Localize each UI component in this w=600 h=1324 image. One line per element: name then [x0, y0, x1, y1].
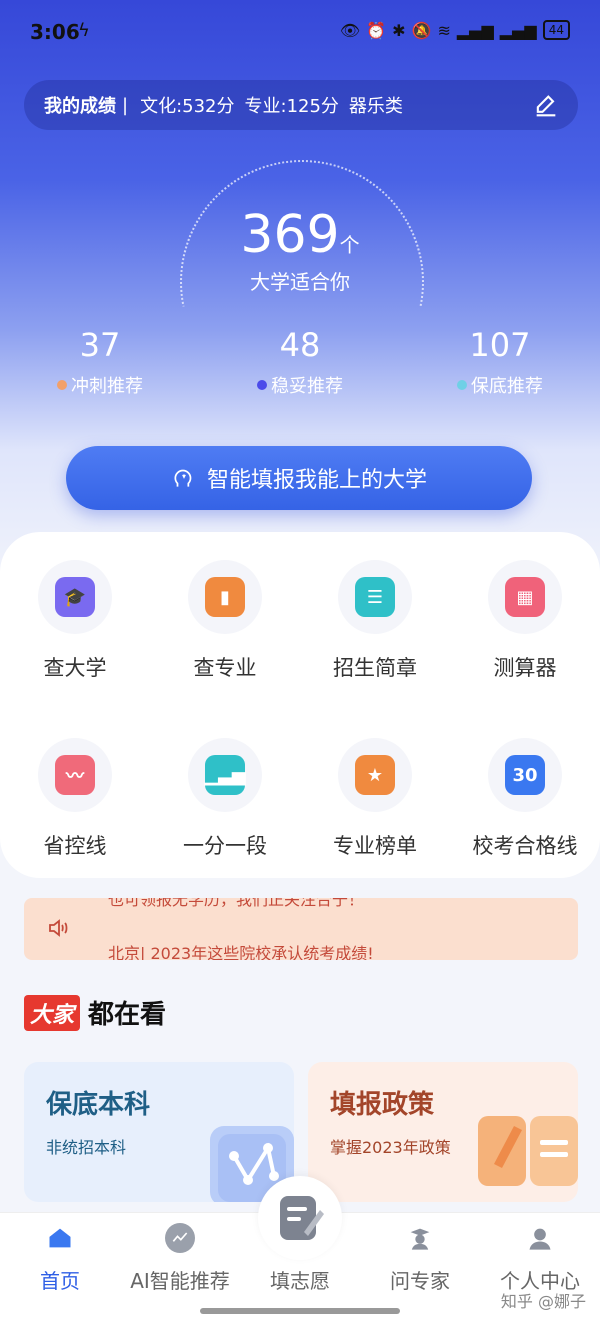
- home-indicator[interactable]: [200, 1308, 400, 1314]
- stat-sprint[interactable]: 37 冲刺推荐: [0, 326, 200, 398]
- tool-major[interactable]: ▮ 查专业: [150, 560, 300, 682]
- stat-value: 37: [79, 326, 121, 364]
- culture-score: 文化:532分: [140, 96, 235, 117]
- bluetooth-icon: ✱: [392, 20, 406, 40]
- bar-chart-icon: ▁▃▅: [204, 755, 246, 795]
- tab-ask-expert[interactable]: 问专家: [360, 1223, 480, 1294]
- smart-fill-label: 智能填报我能上的大学: [206, 468, 427, 493]
- score-title: 我的成绩: [44, 96, 116, 117]
- battery-icon: 44: [542, 20, 570, 40]
- notice-text: 北京| 2023年这些院校承认统考成绩!: [108, 944, 374, 960]
- category-label: 器乐类: [348, 96, 403, 117]
- status-bar: 3:06 ϟ 👁 ⏰ ✱ 🔕 ≋ ▂▄▆ ▂▄▆ 44: [0, 0, 600, 64]
- notice-prev-text: 也可领报无学历，我们正关注合于！: [108, 898, 365, 909]
- bookmark-book-icon: ▮: [205, 577, 245, 617]
- stat-value: 107: [469, 326, 531, 364]
- tool-label: 校考合格线: [472, 834, 578, 858]
- stat-value: 48: [279, 326, 321, 364]
- tool-label: 查大学: [43, 656, 107, 680]
- star-badge-icon: ★: [355, 755, 395, 795]
- card-title: 填报政策: [330, 1090, 435, 1120]
- fill-form-icon[interactable]: [258, 1176, 342, 1260]
- card-guarantee-undergrad[interactable]: 保底本科 非统招本科: [24, 1062, 294, 1202]
- ai-icon: [165, 1223, 195, 1253]
- edit-icon[interactable]: [532, 92, 560, 120]
- tab-profile[interactable]: 个人中心: [480, 1223, 600, 1294]
- tool-college[interactable]: 🎓 查大学: [0, 560, 150, 682]
- tool-calculator[interactable]: ▦ 测算器: [450, 560, 600, 682]
- tool-label: 一分一段: [183, 834, 267, 858]
- stat-label: 冲刺推荐: [70, 376, 143, 397]
- tool-score-segment[interactable]: ▁▃▅ 一分一段: [150, 738, 300, 860]
- stat-label: 稳妥推荐: [270, 376, 343, 397]
- alarm-icon: ⏰: [366, 20, 387, 40]
- tab-home[interactable]: 首页: [0, 1223, 120, 1294]
- safe-dot-icon: [456, 380, 467, 390]
- trend-chart-icon: 〰: [55, 755, 95, 795]
- tab-label: AI智能推荐: [130, 1269, 230, 1293]
- sprint-dot-icon: [56, 380, 67, 390]
- signal-icon: ▂▄▆: [456, 20, 494, 40]
- charging-bolt-icon: ϟ: [78, 20, 90, 41]
- status-icons: 👁 ⏰ ✱ 🔕 ≋ ▂▄▆ ▂▄▆ 44: [340, 20, 570, 40]
- stat-stable[interactable]: 48 稳妥推荐: [200, 326, 400, 398]
- graduation-cap-icon: 🎓: [55, 577, 95, 617]
- wifi-icon: ≋: [437, 20, 451, 40]
- head-brain-icon: [174, 469, 192, 487]
- score-bar[interactable]: 我的成绩 | 文化:532分 专业:125分 器乐类: [24, 80, 578, 130]
- card-subtitle: 非统招本科: [46, 1138, 127, 1157]
- speaker-icon: [49, 919, 68, 937]
- notice-banner[interactable]: 也可领报无学历，我们正关注合于！ 北京| 2023年这些院校承认统考成绩!: [24, 898, 578, 960]
- section-heading: 都在看: [88, 1000, 167, 1030]
- document-icon: ☰: [355, 577, 395, 617]
- card-title: 保底本科: [46, 1090, 151, 1120]
- match-label: 大学适合你: [250, 270, 350, 294]
- match-count-unit: 个: [339, 233, 360, 257]
- smart-fill-button[interactable]: 智能填报我能上的大学: [66, 446, 532, 510]
- signal-icon-2: ▂▄▆: [499, 20, 537, 40]
- book-pen-icon: [478, 1116, 578, 1186]
- section-title: 大家 都在看: [24, 994, 166, 1031]
- tool-school-exam-line[interactable]: 30 校考合格线: [450, 738, 600, 860]
- tool-label: 招生简章: [333, 656, 417, 680]
- home-icon: [45, 1223, 75, 1253]
- tab-label: 首页: [40, 1269, 80, 1293]
- card-fill-policy[interactable]: 填报政策 掌握2023年政策: [308, 1062, 578, 1202]
- recommend-stats: 37 冲刺推荐 48 稳妥推荐 107 保底推荐: [0, 326, 600, 398]
- stat-safe[interactable]: 107 保底推荐: [400, 326, 600, 398]
- tool-label: 查专业: [193, 656, 257, 680]
- tools-card: 🎓 查大学 ▮ 查专业 ☰ 招生简章 ▦ 测算器 〰 省控线 ▁▃▅ 一分一段 …: [0, 532, 600, 878]
- tool-label: 测算器: [493, 656, 557, 680]
- expert-icon: [405, 1223, 435, 1253]
- tab-ai-recommend[interactable]: AI智能推荐: [120, 1223, 240, 1294]
- section-badge: 大家: [24, 994, 81, 1031]
- major-score: 专业:125分: [244, 96, 339, 117]
- match-count[interactable]: 369个: [0, 205, 600, 265]
- tool-label: 省控线: [43, 834, 107, 858]
- tab-label: 填志愿: [270, 1269, 330, 1293]
- tool-brochure[interactable]: ☰ 招生简章: [300, 560, 450, 682]
- calendar-icon: 30: [505, 755, 545, 795]
- stat-label: 保底推荐: [470, 376, 543, 397]
- status-time: 3:06: [30, 20, 80, 44]
- eye-icon: 👁: [339, 20, 361, 40]
- tool-control-line[interactable]: 〰 省控线: [0, 738, 150, 860]
- card-subtitle: 掌握2023年政策: [330, 1138, 451, 1157]
- mute-icon: 🔕: [411, 20, 432, 40]
- calculator-icon: ▦: [505, 577, 545, 617]
- profile-icon: [525, 1223, 555, 1253]
- match-count-number: 369: [240, 205, 340, 265]
- score-separator: |: [122, 94, 129, 116]
- tab-label: 问专家: [390, 1269, 450, 1293]
- stable-dot-icon: [256, 380, 267, 390]
- tool-major-ranking[interactable]: ★ 专业榜单: [300, 738, 450, 860]
- watermark: 知乎 @娜子: [500, 1292, 586, 1311]
- tools-grid: 🎓 查大学 ▮ 查专业 ☰ 招生简章 ▦ 测算器 〰 省控线 ▁▃▅ 一分一段 …: [0, 560, 600, 860]
- tool-label: 专业榜单: [333, 834, 417, 858]
